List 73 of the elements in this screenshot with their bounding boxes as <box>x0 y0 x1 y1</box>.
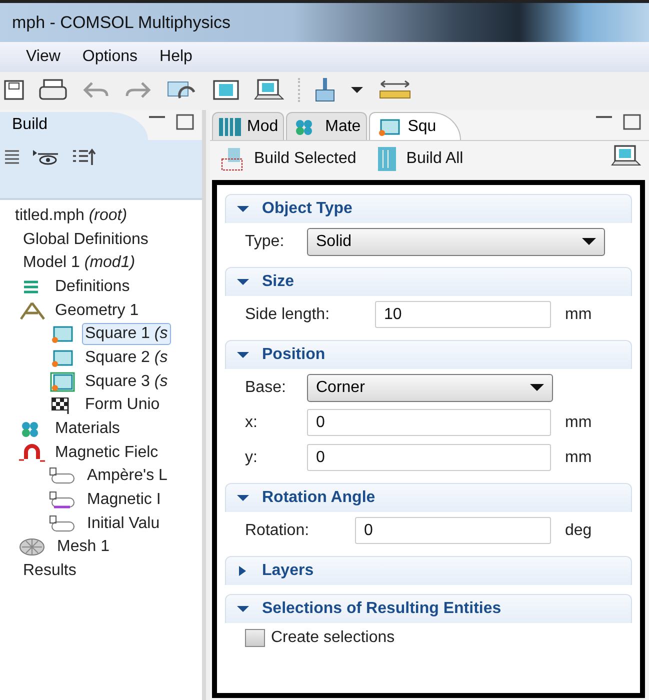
compass-icon <box>18 300 46 321</box>
bars-icon[interactable] <box>218 116 242 136</box>
brush-icon[interactable] <box>314 77 336 103</box>
tree-item[interactable]: Ampère's L <box>84 465 170 488</box>
settings-tab[interactable]: Mate <box>286 112 367 140</box>
tree-item[interactable]: titled.mph (root) <box>12 204 130 227</box>
caret-icon <box>582 238 596 246</box>
field-label: x: <box>245 414 258 432</box>
square-icon <box>48 372 76 392</box>
collapse-caret-icon[interactable] <box>236 349 250 361</box>
field-label: Type: <box>245 232 286 250</box>
checkbox[interactable] <box>245 629 265 647</box>
tree-item[interactable]: Geometry 1 <box>52 300 142 322</box>
panel-tab[interactable]: Build <box>0 112 148 140</box>
tree-item[interactable]: Form Unio <box>82 394 163 416</box>
collapse-caret-icon[interactable] <box>236 492 250 504</box>
tree-item[interactable]: Model 1 (mod1) <box>20 252 138 274</box>
unit-label: mm <box>565 448 592 466</box>
unit-label: deg <box>565 522 592 540</box>
menu-item[interactable]: Options <box>82 48 138 66</box>
tree-item[interactable]: Definitions <box>52 276 133 298</box>
menu-item[interactable]: Help <box>160 48 192 66</box>
dropdown[interactable]: Solid <box>307 228 605 256</box>
section-title[interactable]: Position <box>262 346 326 364</box>
settings-tab[interactable]: Mod <box>212 112 284 140</box>
tree-item[interactable]: Materials <box>52 418 123 440</box>
help-laptop-icon[interactable] <box>611 144 641 168</box>
input-field[interactable]: 0 <box>355 517 551 544</box>
input-field[interactable]: 10 <box>375 301 551 328</box>
help-laptop-icon[interactable] <box>254 78 284 102</box>
maximize-icon[interactable] <box>176 114 194 130</box>
field-label: Side length: <box>245 306 331 324</box>
field-label: Base: <box>245 378 287 396</box>
list-up-icon[interactable] <box>72 148 96 166</box>
tree-item[interactable]: Square 2 (s <box>82 346 171 369</box>
build-button[interactable]: Build Selected <box>220 146 356 170</box>
magnet-icon <box>18 442 46 463</box>
eye-icon[interactable] <box>32 148 60 166</box>
dropdown[interactable]: Corner <box>307 374 553 402</box>
unit-label: mm <box>565 306 592 324</box>
settings-tab[interactable]: Squ <box>368 112 462 140</box>
maximize-icon[interactable] <box>623 114 641 130</box>
section-title[interactable]: Size <box>262 273 294 291</box>
collapse-caret-icon[interactable] <box>236 203 250 215</box>
section-title[interactable]: Layers <box>262 562 314 580</box>
tree-item[interactable]: Square 3 (s <box>82 370 171 393</box>
tree-item[interactable]: Global Definitions <box>20 228 152 251</box>
save-icon[interactable] <box>4 79 24 101</box>
field-label: Rotation: <box>245 522 310 540</box>
build-button[interactable]: Build All <box>376 146 464 172</box>
collapse-caret-icon[interactable] <box>236 603 250 615</box>
section-title[interactable]: Object Type <box>262 200 352 218</box>
input-field[interactable]: 0 <box>307 409 551 436</box>
list-icon[interactable] <box>4 148 20 164</box>
checkbox-label: Create selections <box>271 629 395 647</box>
unit-label: mm <box>565 414 592 432</box>
collapse-caret-icon[interactable] <box>236 276 250 288</box>
field-label: y: <box>245 448 258 466</box>
tree-item[interactable]: Square 1 (s <box>82 323 171 346</box>
section-title[interactable]: Selections of Resulting Entities <box>262 600 502 618</box>
menu-item[interactable]: View <box>26 48 60 66</box>
tree-item[interactable]: Results <box>20 560 80 582</box>
caret-icon[interactable] <box>350 85 364 95</box>
help-icon[interactable] <box>212 78 240 102</box>
section-title[interactable]: Rotation Angle <box>262 489 376 507</box>
print-icon[interactable] <box>38 78 68 102</box>
tree-item[interactable]: Mesh 1 <box>54 536 112 558</box>
caret-icon <box>530 384 544 392</box>
input-field[interactable]: 0 <box>307 444 551 471</box>
tree-item[interactable]: Initial Valu <box>84 512 163 535</box>
tree-item[interactable]: Magnetic Fielc <box>52 442 162 464</box>
window-title: mph - COMSOL Multiphysics <box>12 12 231 32</box>
tree-item[interactable]: Magnetic I <box>84 489 164 512</box>
